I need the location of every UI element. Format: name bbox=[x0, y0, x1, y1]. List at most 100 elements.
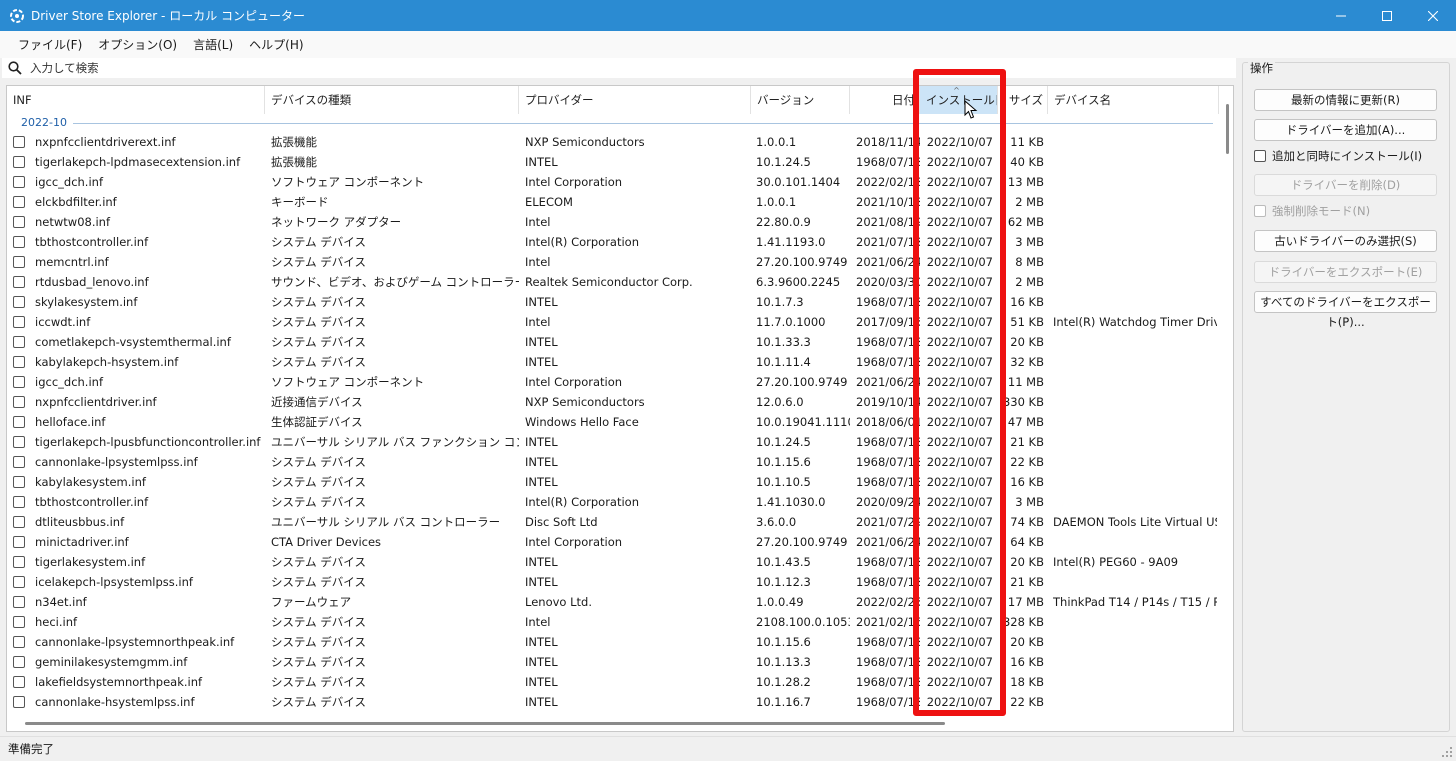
cell-date: 1968/07/18 bbox=[856, 355, 920, 369]
cell-device-name bbox=[1053, 152, 1217, 172]
table-row[interactable]: iccwdt.inf システム デバイス Intel 11.7.0.1000 2017/… bbox=[7, 312, 1219, 332]
row-checkbox[interactable] bbox=[13, 516, 25, 528]
menu-file[interactable]: ファイル(F) bbox=[10, 36, 90, 53]
group-header[interactable]: 2022-10 bbox=[13, 116, 1213, 130]
row-checkbox[interactable] bbox=[13, 376, 25, 388]
table-row[interactable]: tigerlakepch-lpusbfunctioncontroller.inf… bbox=[7, 432, 1219, 452]
row-checkbox[interactable] bbox=[13, 456, 25, 468]
table-row[interactable]: igcc_dch.inf ソフトウェア コンポーネント Intel Corporat… bbox=[7, 372, 1219, 392]
cell-date: 1968/07/18 bbox=[856, 695, 920, 709]
group-label: 2022-10 bbox=[21, 116, 73, 129]
table-row[interactable]: memcntrl.inf システム デバイス Intel 27.20.100.9749… bbox=[7, 252, 1219, 272]
table-row[interactable]: icelakepch-lpsystemlpss.inf システム デバイス INTE… bbox=[7, 572, 1219, 592]
cell-install-date: 2022/10/07 bbox=[926, 675, 993, 689]
table-row[interactable]: minictadriver.inf CTA Driver Devices Intel… bbox=[7, 532, 1219, 552]
column-version[interactable]: バージョン bbox=[751, 86, 850, 114]
row-checkbox[interactable] bbox=[13, 496, 25, 508]
cell-install-date: 2022/10/07 bbox=[926, 415, 993, 429]
row-checkbox[interactable] bbox=[13, 296, 25, 308]
resize-grip-icon[interactable] bbox=[1441, 746, 1453, 758]
row-checkbox[interactable] bbox=[13, 316, 25, 328]
close-button[interactable] bbox=[1410, 0, 1456, 31]
row-checkbox[interactable] bbox=[13, 216, 25, 228]
vertical-scrollbar[interactable] bbox=[1225, 90, 1231, 730]
search-input[interactable]: 入力して検索 bbox=[2, 58, 1236, 78]
install-on-add-checkbox[interactable]: 追加と同時にインストール(I) bbox=[1254, 148, 1422, 164]
export-driver-button[interactable]: ドライバーをエクスポート(E) bbox=[1254, 261, 1437, 283]
table-row[interactable]: geminilakesystemgmm.inf システム デバイス INTEL 10.… bbox=[7, 652, 1219, 672]
table-row[interactable]: dtliteusbbus.inf ユニバーサル シリアル バス コントローラー Di… bbox=[7, 512, 1219, 532]
column-device-name[interactable]: デバイス名 bbox=[1048, 86, 1219, 114]
column-inf[interactable]: INF bbox=[7, 86, 265, 114]
row-checkbox[interactable] bbox=[13, 256, 25, 268]
table-row[interactable]: tigerlakepch-lpdmasecextension.inf 拡張機能 IN… bbox=[7, 152, 1219, 172]
column-size[interactable]: サイズ bbox=[998, 86, 1048, 114]
table-row[interactable]: nxpnfcclientdriverext.inf 拡張機能 NXP Semicon… bbox=[7, 132, 1219, 152]
table-row[interactable]: nxpnfcclientdriver.inf 近接通信デバイス NXP Semico… bbox=[7, 392, 1219, 412]
maximize-button[interactable] bbox=[1364, 0, 1410, 31]
cell-device-type: システム デバイス bbox=[271, 615, 366, 629]
add-driver-button[interactable]: ドライバーを追加(A)... bbox=[1254, 119, 1437, 141]
row-checkbox[interactable] bbox=[13, 556, 25, 568]
export-all-button[interactable]: すべてのドライバーをエクスポート(P)... bbox=[1254, 291, 1437, 329]
table-row[interactable]: cometlakepch-vsystemthermal.inf システム デバイス… bbox=[7, 332, 1219, 352]
table-row[interactable]: lakefieldsystemnorthpeak.inf システム デバイス INT… bbox=[7, 672, 1219, 692]
table-row[interactable]: cannonlake-lpsystemnorthpeak.inf システム デバイ… bbox=[7, 632, 1219, 652]
menu-options[interactable]: オプション(O) bbox=[90, 36, 185, 53]
column-date[interactable]: 日付 bbox=[850, 86, 920, 114]
table-row[interactable]: kabylakesystem.inf システム デバイス INTEL 10.1.10.… bbox=[7, 472, 1219, 492]
row-checkbox[interactable] bbox=[13, 196, 25, 208]
table-row[interactable]: rtdusbad_lenovo.inf サウンド、ビデオ、およびゲーム コントロー… bbox=[7, 272, 1219, 292]
column-install-date[interactable]: ^ インストール日 bbox=[920, 86, 998, 114]
row-checkbox[interactable] bbox=[13, 356, 25, 368]
row-checkbox[interactable] bbox=[13, 176, 25, 188]
table-row[interactable]: elckbdfilter.inf キーボード ELECOM 1.0.0.1 2021/1… bbox=[7, 192, 1219, 212]
delete-driver-button[interactable]: ドライバーを削除(D) bbox=[1254, 174, 1437, 196]
cell-install-date: 2022/10/07 bbox=[926, 615, 993, 629]
menu-help[interactable]: ヘルプ(H) bbox=[241, 36, 311, 53]
table-row[interactable]: kabylakepch-hsystem.inf システム デバイス INTEL 10.… bbox=[7, 352, 1219, 372]
row-checkbox[interactable] bbox=[13, 596, 25, 608]
driver-list[interactable]: INF デバイスの種類 プロバイダー バージョン 日付 ^ インストール日 サイ… bbox=[6, 85, 1234, 732]
row-checkbox[interactable] bbox=[13, 416, 25, 428]
row-checkbox[interactable] bbox=[13, 336, 25, 348]
row-checkbox[interactable] bbox=[13, 616, 25, 628]
table-row[interactable]: helloface.inf 生体認証デバイス Windows Hello Face 1… bbox=[7, 412, 1219, 432]
table-row[interactable]: tbthostcontroller.inf システム デバイス Intel(R) C… bbox=[7, 232, 1219, 252]
row-checkbox[interactable] bbox=[13, 156, 25, 168]
table-row[interactable]: cannonlake-hsystemlpss.inf システム デバイス INTEL… bbox=[7, 692, 1219, 712]
row-checkbox[interactable] bbox=[13, 396, 25, 408]
column-provider[interactable]: プロバイダー bbox=[519, 86, 751, 114]
column-device-type[interactable]: デバイスの種類 bbox=[265, 86, 519, 114]
row-checkbox[interactable] bbox=[13, 576, 25, 588]
table-row[interactable]: cannonlake-lpsystemlpss.inf システム デバイス INTE… bbox=[7, 452, 1219, 472]
row-checkbox[interactable] bbox=[13, 696, 25, 708]
table-row[interactable]: netwtw08.inf ネットワーク アダプター Intel 22.80.0.9 20… bbox=[7, 212, 1219, 232]
row-checkbox[interactable] bbox=[13, 636, 25, 648]
table-row[interactable]: skylakesystem.inf システム デバイス INTEL 10.1.7.3 1… bbox=[7, 292, 1219, 312]
row-checkbox[interactable] bbox=[13, 676, 25, 688]
row-checkbox[interactable] bbox=[13, 236, 25, 248]
table-row[interactable]: tbthostcontroller.inf システム デバイス Intel(R) C… bbox=[7, 492, 1219, 512]
refresh-button[interactable]: 最新の情報に更新(R) bbox=[1254, 89, 1437, 111]
menu-language[interactable]: 言語(L) bbox=[185, 36, 241, 53]
row-checkbox[interactable] bbox=[13, 136, 25, 148]
select-old-drivers-button[interactable]: 古いドライバーのみ選択(S) bbox=[1254, 230, 1437, 252]
minimize-button[interactable] bbox=[1318, 0, 1364, 31]
table-row[interactable]: n34et.inf ファームウェア Lenovo Ltd. 1.0.0.49 2022/… bbox=[7, 592, 1219, 612]
force-delete-checkbox[interactable]: 強制削除モード(N) bbox=[1254, 203, 1370, 219]
row-checkbox[interactable] bbox=[13, 656, 25, 668]
row-checkbox[interactable] bbox=[13, 436, 25, 448]
cell-date: 1968/07/18 bbox=[856, 675, 920, 689]
horizontal-scroll-thumb[interactable] bbox=[25, 722, 945, 725]
row-checkbox[interactable] bbox=[13, 476, 25, 488]
table-row[interactable]: tigerlakesystem.inf システム デバイス INTEL 10.1.43… bbox=[7, 552, 1219, 572]
vertical-scroll-thumb[interactable] bbox=[1226, 104, 1229, 154]
horizontal-scrollbar[interactable] bbox=[7, 720, 1219, 728]
force-delete-box[interactable] bbox=[1254, 205, 1266, 217]
table-row[interactable]: igcc_dch.inf ソフトウェア コンポーネント Intel Corporat… bbox=[7, 172, 1219, 192]
table-row[interactable]: heci.inf システム デバイス Intel 2108.100.0.1053 202… bbox=[7, 612, 1219, 632]
row-checkbox[interactable] bbox=[13, 276, 25, 288]
install-on-add-box[interactable] bbox=[1254, 150, 1266, 162]
row-checkbox[interactable] bbox=[13, 536, 25, 548]
